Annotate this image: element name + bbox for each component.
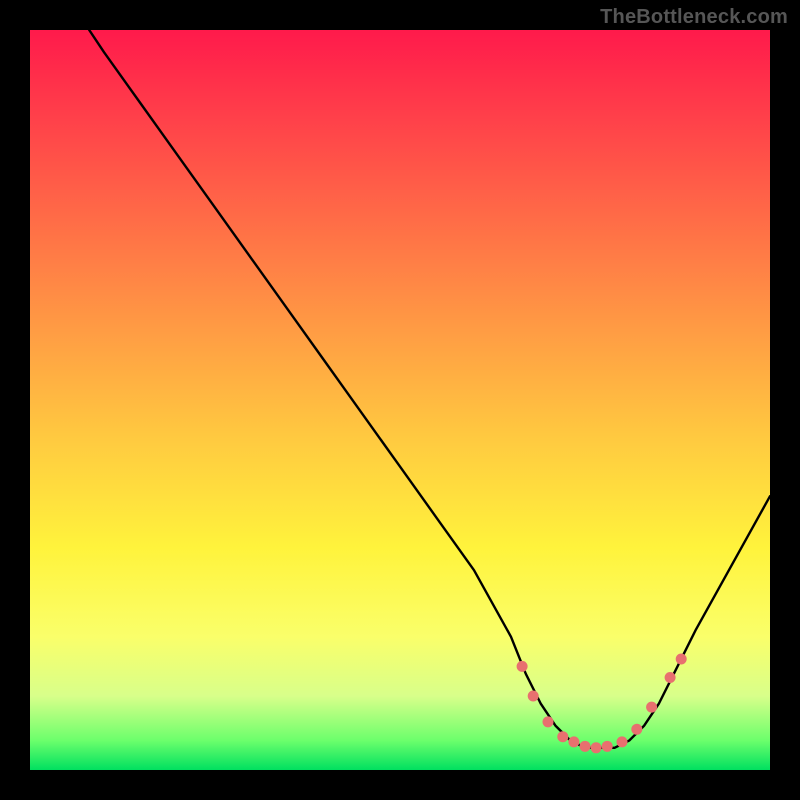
chart-stage: TheBottleneck.com: [0, 0, 800, 800]
highlight-dot: [676, 654, 687, 665]
highlight-dot: [568, 736, 579, 747]
attribution-label: TheBottleneck.com: [600, 6, 788, 29]
highlight-dot: [665, 672, 676, 683]
highlight-dot: [617, 736, 628, 747]
highlight-dot: [528, 691, 539, 702]
plot-area: [30, 30, 770, 770]
highlight-dots: [517, 654, 687, 754]
highlight-dot: [517, 661, 528, 672]
highlight-dot: [602, 741, 613, 752]
highlight-dot: [580, 741, 591, 752]
bottleneck-curve: [89, 30, 770, 748]
highlight-dot: [591, 742, 602, 753]
highlight-dot: [557, 731, 568, 742]
highlight-dot: [646, 702, 657, 713]
curve-svg: [30, 30, 770, 770]
highlight-dot: [631, 724, 642, 735]
highlight-dot: [543, 716, 554, 727]
